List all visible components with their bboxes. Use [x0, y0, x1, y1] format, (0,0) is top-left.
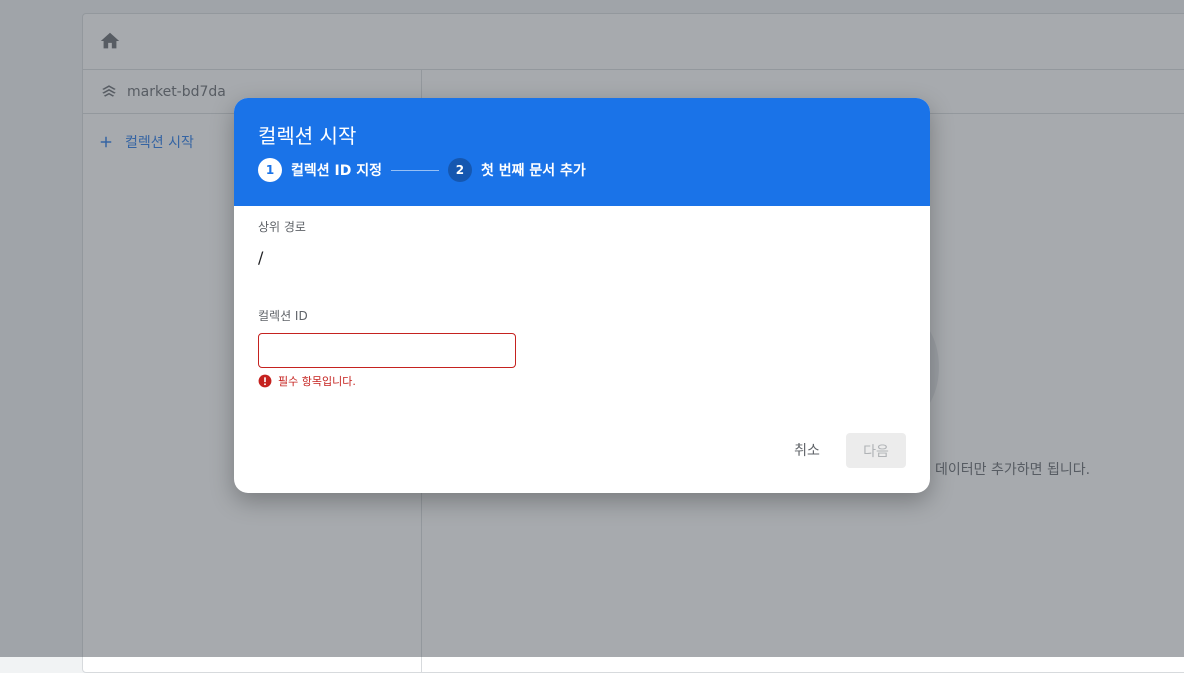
step-1-label: 컬렉션 ID 지정	[291, 163, 382, 179]
cancel-button[interactable]: 취소	[782, 433, 832, 467]
collection-id-label: 컬렉션 ID	[258, 309, 308, 323]
step-1-indicator: 1	[258, 158, 282, 182]
step-2-label: 첫 번째 문서 추가	[480, 163, 586, 179]
collection-id-input[interactable]	[258, 333, 516, 368]
error-icon	[258, 374, 272, 388]
stepper: 1 컬렉션 ID 지정 2 첫 번째 문서 추가	[258, 158, 586, 182]
error-message: 필수 항목입니다.	[258, 373, 356, 389]
step-connector	[390, 169, 439, 171]
parent-path-value: /	[258, 248, 264, 267]
parent-path-label: 상위 경로	[258, 220, 306, 234]
dialog-title: 컬렉션 시작	[258, 124, 357, 148]
dialog-header: 컬렉션 시작 1 컬렉션 ID 지정 2 첫 번째 문서 추가	[234, 98, 930, 206]
step-2-indicator: 2	[447, 158, 472, 182]
start-collection-dialog: 컬렉션 시작 1 컬렉션 ID 지정 2 첫 번째 문서 추가 상위 경로 / …	[234, 98, 930, 493]
error-text: 필수 항목입니다.	[278, 375, 356, 388]
next-button[interactable]: 다음	[846, 433, 906, 468]
